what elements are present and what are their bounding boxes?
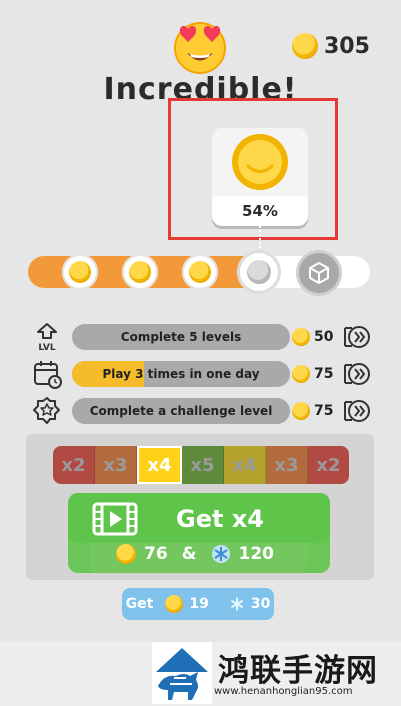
coin-icon (292, 402, 310, 420)
mission-progress-bar: Play 3 times in one day (72, 361, 290, 387)
coin-icon (292, 365, 310, 383)
multiplier-cell-active: x4 (137, 446, 182, 484)
multiplier-cell: x2 (53, 446, 95, 484)
level-icon-text: LVL (38, 343, 55, 352)
multiplier-wheel: x2 x3 x4 x5 x4 x3 x2 (53, 446, 349, 484)
mission-label: Play 3 times in one day (102, 367, 260, 381)
mission-reward-value: 75 (314, 403, 334, 419)
box-icon (309, 262, 329, 284)
dotted-connector (259, 226, 263, 252)
calendar-icon (30, 359, 64, 389)
ampersand: & (181, 544, 197, 564)
coin-icon (292, 328, 310, 346)
progress-node-box (296, 250, 342, 296)
watermark-brand: 鸿联手游网 (218, 653, 378, 689)
coin-counter: 305 (292, 33, 370, 59)
mission-row: Complete a challenge level 75 (30, 396, 390, 426)
level-up-icon: LVL (30, 322, 64, 352)
progress-node-coin (182, 254, 218, 290)
mission-reward: 75 (292, 365, 333, 383)
coin-icon (129, 261, 151, 283)
multiplier-cell: x2 (308, 446, 349, 484)
snowflake-gem-icon (211, 545, 230, 563)
multiplier-cell: x3 (266, 446, 308, 484)
mission-reward: 75 (292, 402, 333, 420)
get-base-reward-button[interactable]: Get 19 30 (122, 588, 274, 620)
multiplier-cell: x5 (182, 446, 224, 484)
heart-eyes-emoji-icon (174, 22, 226, 74)
skip-video-icon[interactable] (342, 397, 372, 425)
mission-reward: 50 (292, 328, 333, 346)
watermark-url: www.henanhonglian95.com (214, 686, 353, 697)
coin-count-value: 305 (324, 33, 370, 59)
mission-progress-bar: Complete a challenge level (72, 398, 290, 424)
mission-label: Complete 5 levels (120, 330, 242, 344)
small-get-coins: 19 (189, 596, 209, 612)
coin-icon (116, 544, 136, 564)
get-reward-summary: 76 & 120 (116, 544, 274, 564)
coin-icon (165, 595, 184, 613)
small-get-label: Get (125, 596, 154, 612)
coin-icon (69, 261, 91, 283)
highlight-box (168, 98, 338, 240)
multiplier-cell: x3 (95, 446, 137, 484)
bull-logo-icon (152, 642, 212, 704)
skip-video-icon[interactable] (342, 323, 372, 351)
mission-progress-bar: Complete 5 levels (72, 324, 290, 350)
small-get-gems: 30 (250, 596, 271, 612)
progress-node-coin (62, 254, 98, 290)
progress-node-coin (122, 254, 158, 290)
video-film-icon (92, 502, 138, 536)
mission-reward-value: 50 (314, 329, 334, 345)
skip-video-icon[interactable] (342, 360, 372, 388)
mission-label: Complete a challenge level (89, 404, 273, 418)
snowflake-gem-icon (230, 597, 243, 611)
progress-node-locked-coin (237, 250, 281, 294)
star-badge-icon (30, 396, 64, 426)
mission-reward-value: 75 (314, 366, 334, 382)
locked-coin-icon (247, 260, 271, 284)
multiplier-cell: x4 (224, 446, 266, 484)
mission-row: LVL Complete 5 levels 50 (30, 322, 390, 352)
coin-icon (189, 261, 211, 283)
coin-icon (292, 33, 318, 59)
get-coins-value: 76 (144, 544, 168, 564)
mission-row: Play 3 times in one day 75 (30, 359, 390, 389)
get-gems-value: 120 (238, 544, 275, 564)
get-multiplier-label: Get x4 (176, 505, 264, 533)
